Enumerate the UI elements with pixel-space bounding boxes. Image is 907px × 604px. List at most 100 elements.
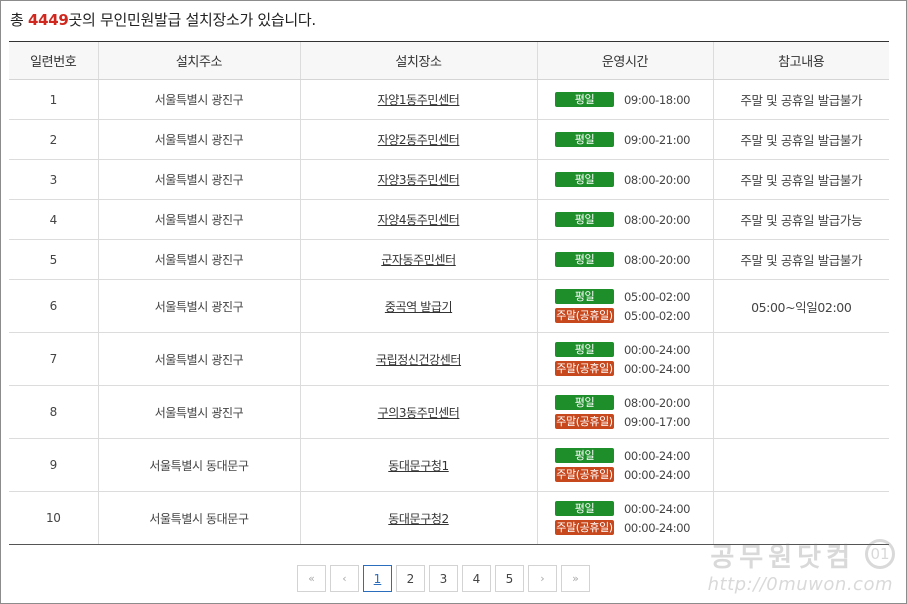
hours-time: 09:00-21:00	[624, 132, 691, 147]
next-page-button[interactable]: ›	[528, 565, 557, 592]
weekend-badge: 주말(공휴일)	[555, 308, 614, 323]
weekday-badge: 평일	[555, 252, 614, 267]
address-cell: 서울특별시 광진구	[97, 279, 300, 333]
table-row: 6 서울특별시 광진구 중곡역 발급기 평일 05:00-02:00 주말(공휴일) 05:…	[9, 279, 889, 333]
page-2-button[interactable]: 2	[396, 565, 425, 592]
address-cell: 서울특별시 광진구	[97, 385, 300, 439]
hours-line: 평일 00:00-24:00	[555, 446, 695, 465]
hours-cell: 평일 00:00-24:00 주말(공휴일) 00:00-24:00	[536, 438, 713, 492]
serial-cell: 4	[9, 199, 98, 240]
last-page-button[interactable]: »	[561, 565, 590, 592]
location-link[interactable]: 동대문구청1	[388, 459, 449, 473]
page-3-button[interactable]: 3	[429, 565, 458, 592]
location-cell: 자양1동주민센터	[299, 79, 537, 120]
table-row: 2 서울특별시 광진구 자양2동주민센터 평일 09:00-21:00 주말 및 공휴일 …	[9, 119, 889, 160]
hours-time: 08:00-20:00	[624, 212, 691, 227]
hours-line: 주말(공휴일) 00:00-24:00	[555, 518, 695, 537]
weekday-badge: 평일	[555, 92, 614, 107]
hours-cell: 평일 08:00-20:00	[536, 159, 713, 200]
location-cell: 자양4동주민센터	[299, 199, 537, 240]
location-link[interactable]: 자양3동주민센터	[378, 173, 460, 187]
page-5-button[interactable]: 5	[495, 565, 524, 592]
hours-line: 평일 05:00-02:00	[555, 287, 695, 306]
watermark: 공무원닷컴 01 http://0muwon.com	[707, 537, 895, 595]
note-cell	[712, 385, 889, 439]
serial-cell: 3	[9, 159, 98, 200]
kiosk-location-table: 일련번호 설치주소 설치장소 운영시간 참고내용 1 서울특별시 광진구 자양1동주…	[9, 41, 889, 545]
watermark-url: http://0muwon.com	[707, 574, 893, 595]
hours-time: 00:00-24:00	[624, 361, 691, 376]
hours-time: 09:00-18:00	[624, 92, 691, 107]
weekend-badge: 주말(공휴일)	[555, 520, 614, 535]
header-location: 설치장소	[299, 41, 537, 80]
hours-time: 09:00-17:00	[624, 414, 691, 429]
hours-line: 주말(공휴일) 00:00-24:00	[555, 359, 695, 378]
location-link[interactable]: 군자동주민센터	[381, 253, 456, 267]
note-cell: 주말 및 공휴일 발급불가	[712, 119, 889, 160]
serial-cell: 2	[9, 119, 98, 160]
table-row: 1 서울특별시 광진구 자양1동주민센터 평일 09:00-18:00 주말 및 공휴일 …	[9, 79, 889, 120]
hours-line: 평일 08:00-20:00	[555, 250, 695, 269]
address-cell: 서울특별시 광진구	[97, 119, 300, 160]
table-row: 4 서울특별시 광진구 자양4동주민센터 평일 08:00-20:00 주말 및 공휴일 …	[9, 199, 889, 240]
address-cell: 서울특별시 광진구	[97, 159, 300, 200]
first-page-button[interactable]: «	[297, 565, 326, 592]
location-link[interactable]: 국립정신건강센터	[376, 353, 462, 367]
table-row: 5 서울특별시 광진구 군자동주민센터 평일 08:00-20:00 주말 및 공휴일 발…	[9, 239, 889, 280]
location-cell: 군자동주민센터	[299, 239, 537, 280]
hours-line: 주말(공휴일) 00:00-24:00	[555, 465, 695, 484]
hours-cell: 평일 08:00-20:00 주말(공휴일) 09:00-17:00	[536, 385, 713, 439]
weekend-badge: 주말(공휴일)	[555, 467, 614, 482]
header-operating-hours: 운영시간	[536, 41, 713, 80]
serial-cell: 6	[9, 279, 98, 333]
hours-line: 평일 09:00-21:00	[555, 130, 695, 149]
address-cell: 서울특별시 광진구	[97, 332, 300, 386]
hours-time: 05:00-02:00	[624, 289, 691, 304]
weekday-badge: 평일	[555, 501, 614, 516]
page-1-button[interactable]: 1	[363, 565, 392, 592]
weekday-badge: 평일	[555, 132, 614, 147]
weekday-badge: 평일	[555, 172, 614, 187]
serial-cell: 8	[9, 385, 98, 439]
table-header-row: 일련번호 설치주소 설치장소 운영시간 참고내용	[9, 41, 889, 80]
weekday-badge: 평일	[555, 395, 614, 410]
address-cell: 서울특별시 동대문구	[97, 491, 300, 545]
hours-line: 주말(공휴일) 05:00-02:00	[555, 306, 695, 325]
hours-cell: 평일 08:00-20:00	[536, 199, 713, 240]
location-cell: 동대문구청1	[299, 438, 537, 492]
location-link[interactable]: 자양4동주민센터	[378, 213, 460, 227]
hours-time: 08:00-20:00	[624, 252, 691, 267]
summary-count: 4449	[27, 11, 69, 29]
hours-time: 00:00-24:00	[624, 448, 691, 463]
note-cell: 주말 및 공휴일 발급불가	[712, 159, 889, 200]
prev-page-button[interactable]: ‹	[330, 565, 359, 592]
page-4-button[interactable]: 4	[462, 565, 491, 592]
weekday-badge: 평일	[555, 212, 614, 227]
table-row: 7 서울특별시 광진구 국립정신건강센터 평일 00:00-24:00 주말(공휴일) 00…	[9, 332, 889, 386]
hours-cell: 평일 00:00-24:00 주말(공휴일) 00:00-24:00	[536, 491, 713, 545]
serial-cell: 7	[9, 332, 98, 386]
location-link[interactable]: 동대문구청2	[388, 512, 449, 526]
serial-cell: 10	[9, 491, 98, 545]
summary-prefix: 총	[10, 11, 28, 29]
location-link[interactable]: 구의3동주민센터	[378, 406, 460, 420]
hours-time: 08:00-20:00	[624, 172, 691, 187]
location-link[interactable]: 중곡역 발급기	[385, 300, 453, 314]
address-cell: 서울특별시 동대문구	[97, 438, 300, 492]
note-cell	[712, 438, 889, 492]
location-cell: 국립정신건강센터	[299, 332, 537, 386]
weekend-badge: 주말(공휴일)	[555, 414, 614, 429]
hours-time: 00:00-24:00	[624, 467, 691, 482]
summary-suffix: 곳의 무인민원발급 설치장소가 있습니다.	[68, 11, 317, 29]
weekday-badge: 평일	[555, 289, 614, 304]
header-notes: 참고내용	[712, 41, 889, 80]
table-body: 1 서울특별시 광진구 자양1동주민센터 평일 09:00-18:00 주말 및 공휴일 …	[9, 79, 889, 545]
hours-time: 05:00-02:00	[624, 308, 691, 323]
location-link[interactable]: 자양1동주민센터	[378, 93, 460, 107]
hours-time: 00:00-24:00	[624, 342, 691, 357]
hours-line: 평일 00:00-24:00	[555, 499, 695, 518]
address-cell: 서울특별시 광진구	[97, 199, 300, 240]
note-cell: 주말 및 공휴일 발급가능	[712, 199, 889, 240]
location-link[interactable]: 자양2동주민센터	[378, 133, 460, 147]
note-cell: 05:00~익일02:00	[712, 279, 889, 333]
